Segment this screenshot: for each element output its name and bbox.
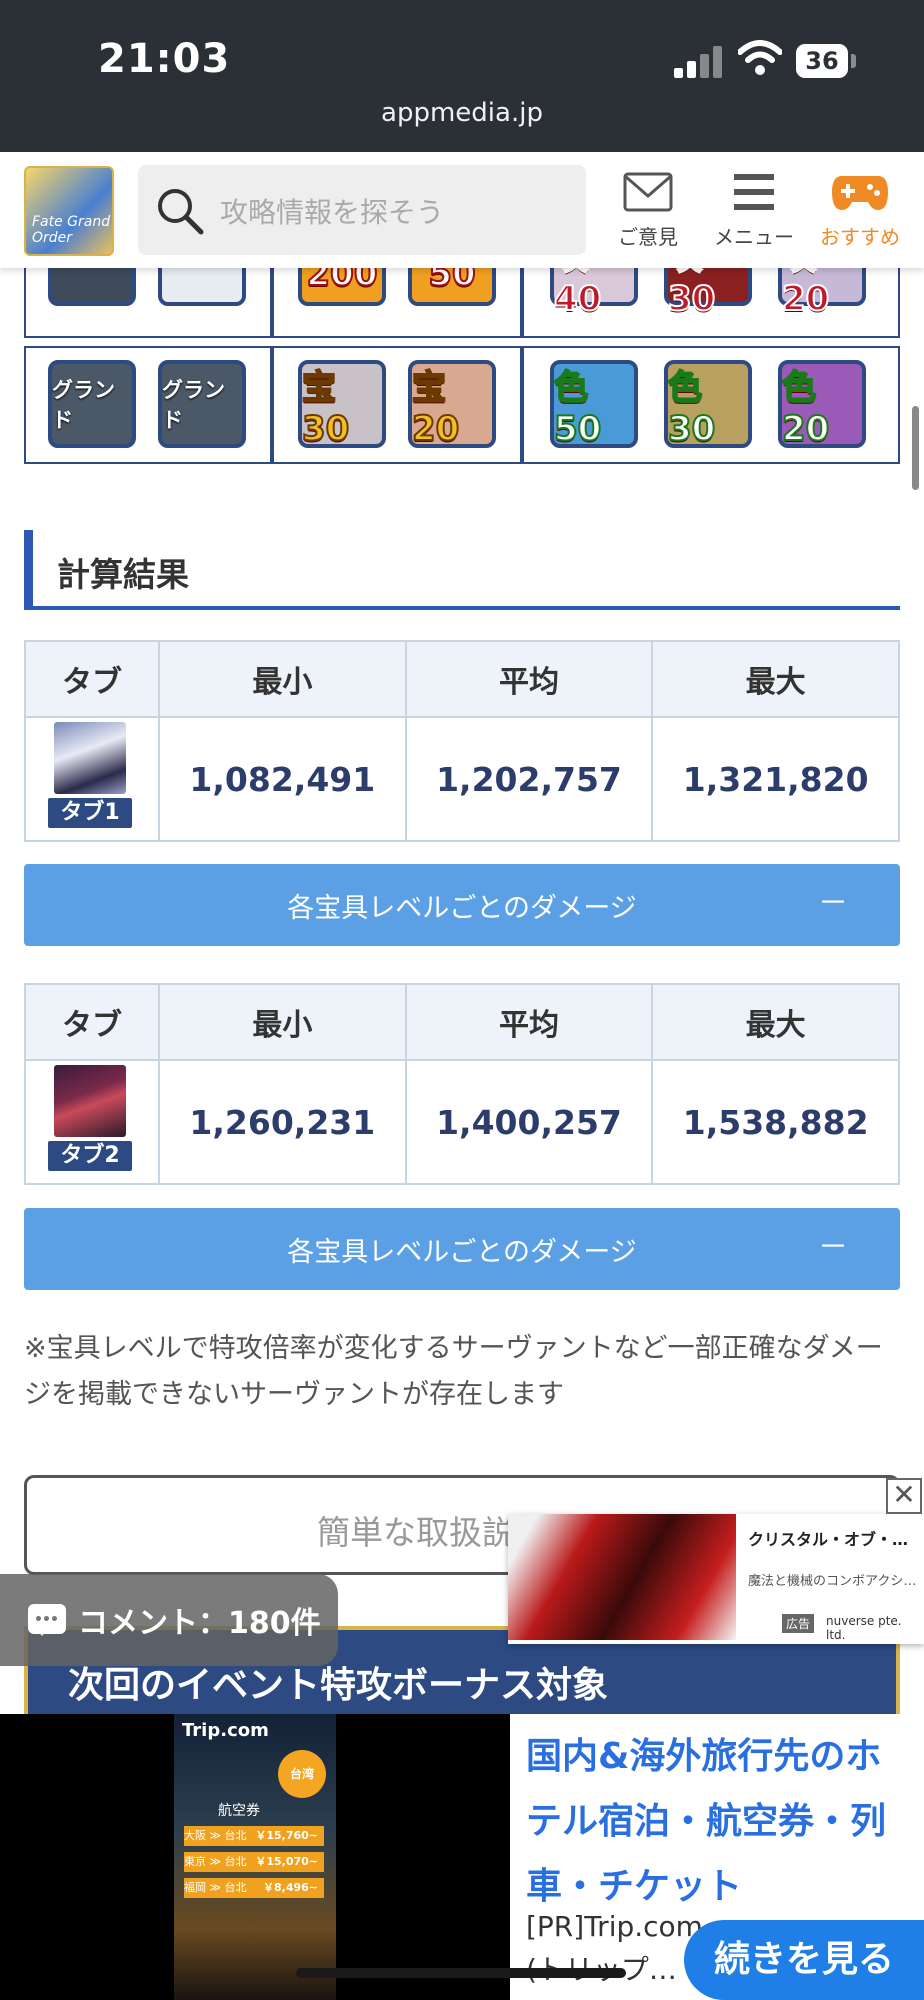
section-heading: 計算結果 (24, 530, 900, 610)
ad-headline: 国内&海外旅行先のホテル宿泊・航空券・列車・チケット (526, 1736, 887, 1907)
menu-label: メニュー (714, 225, 794, 249)
min-value: 1,082,491 (158, 716, 407, 842)
buff-icon-grid: 200 50 攻40 攻30 攻20 グランド グランド 宝30 宝20 色50… (24, 237, 900, 465)
battery-tip (851, 54, 856, 68)
col-header-tab: タブ (24, 983, 160, 1061)
site-logo[interactable]: Fate Grand Order (24, 166, 114, 256)
ad-title: クリスタル・オブ・… (748, 1530, 909, 1549)
trip-ad-card: Trip.com 台湾 航空券 大阪 ≫ 台北 ￥15,760~ 東京 ≫ 台北 ￥… (174, 1714, 336, 2000)
trip-sub: 航空券 (218, 1803, 260, 1819)
servant-avatar (54, 1065, 126, 1137)
opinion-label: ご意見 (618, 225, 678, 249)
close-icon[interactable]: ✕ (886, 1478, 922, 1514)
servant-avatar (54, 722, 126, 794)
home-indicator (296, 1968, 626, 1978)
url-bar[interactable]: appmedia.jp (0, 98, 924, 128)
tab-label: タブ2 (48, 1141, 132, 1171)
status-time: 21:03 (98, 36, 231, 82)
fare-route: 東京 ≫ 台北 (184, 1855, 247, 1868)
buff-tile[interactable]: 色20 (778, 360, 866, 450)
continue-reading-button[interactable]: 続きを見る (684, 1920, 924, 2000)
fare-route: 大阪 ≫ 台北 (184, 1829, 247, 1842)
avg-value: 1,400,257 (404, 1059, 654, 1185)
status-bar: 21:03 36 appmedia.jp (0, 0, 924, 152)
col-header-max: 最大 (651, 983, 900, 1061)
tab-cell: タブ2 (24, 1059, 160, 1185)
taiwan-badge: 台湾 (278, 1750, 326, 1798)
collapse-icon: － (818, 1230, 848, 1265)
buff-tile[interactable]: グランド (48, 360, 136, 448)
comment-count: コメント：180件 (78, 1606, 321, 1641)
ad-sponsor: [PR]Trip.com (526, 1910, 703, 1943)
damage-accordion[interactable]: 各宝具レベルごとのダメージ － (24, 1208, 900, 1290)
search-box[interactable]: 攻略情報を探そう (138, 165, 586, 255)
recommend-button[interactable]: おすすめ (810, 172, 910, 250)
battery-icon: 36 (796, 44, 848, 78)
menu-button[interactable]: メニュー (704, 172, 804, 250)
wifi-icon (738, 40, 782, 75)
logo-text: Fate Grand Order (32, 214, 111, 246)
col-header-max: 最大 (651, 640, 900, 718)
tab-label: タブ1 (48, 798, 132, 828)
section-title-text: 計算結果 (57, 555, 189, 594)
site-header: Fate Grand Order 攻略情報を探そう ご意見 メニュー おすすめ (0, 152, 924, 268)
mail-icon (623, 172, 673, 212)
fare-row: 大阪 ≫ 台北 ￥15,760~ (184, 1826, 324, 1846)
buff-tile[interactable]: 色30 (664, 360, 752, 450)
damage-accordion[interactable]: 各宝具レベルごとのダメージ － (24, 864, 900, 946)
ad-tag: 広告 (782, 1614, 815, 1633)
fare-row: 東京 ≫ 台北 ￥15,070~ (184, 1852, 324, 1872)
avg-value: 1,202,757 (404, 716, 654, 842)
max-value: 1,538,882 (651, 1059, 900, 1185)
ad-description: 魔法と機械のコンボアクシ… (748, 1574, 917, 1589)
recommend-label: おすすめ (820, 225, 900, 249)
fare-route: 福岡 ≫ 台北 (184, 1881, 247, 1894)
gamepad-icon (832, 176, 888, 210)
result-table: タブ 最小 平均 最大 タブ2 1,260,231 1,400,257 1,53… (24, 983, 900, 1185)
fare-row: 福岡 ≫ 台北 ￥8,496~ (184, 1878, 324, 1898)
disclaimer-note: ※宝具レベルで特攻倍率が変化するサーヴァントなど一部正確なダメージを掲載できない… (24, 1333, 883, 1410)
col-header-avg: 平均 (404, 640, 654, 718)
col-header-min: 最小 (158, 983, 407, 1061)
result-table: タブ 最小 平均 最大 タブ1 1,082,491 1,202,757 1,32… (24, 640, 900, 842)
buff-tile[interactable]: グランド (158, 360, 246, 448)
max-value: 1,321,820 (651, 716, 900, 842)
buff-tile[interactable]: 宝30 (298, 360, 386, 450)
col-header-avg: 平均 (404, 983, 654, 1061)
table-row: タブ1 1,082,491 1,202,757 1,321,820 (24, 716, 900, 842)
buff-tile[interactable]: 色50 (550, 360, 638, 450)
search-placeholder: 攻略情報を探そう (220, 196, 445, 229)
ad-image (508, 1514, 736, 1640)
opinion-button[interactable]: ご意見 (598, 172, 698, 250)
fare-price: ￥15,760~ (255, 1829, 318, 1842)
collapse-icon: － (818, 886, 848, 921)
overlay-ad[interactable]: クリスタル・オブ・… 魔法と機械のコンボアクシ… 広告 nuverse pte.… (508, 1514, 924, 1644)
fare-price: ￥8,496~ (262, 1881, 318, 1894)
scroll-indicator (912, 406, 919, 490)
min-value: 1,260,231 (158, 1059, 407, 1185)
tab-cell: タブ1 (24, 716, 160, 842)
comment-button[interactable]: コメント：180件 (0, 1574, 338, 1666)
ad-image-panel: Trip.com 台湾 航空券 大阪 ≫ 台北 ￥15,760~ 東京 ≫ 台北 ￥… (0, 1714, 510, 2000)
search-icon (158, 189, 204, 235)
col-header-min: 最小 (158, 640, 407, 718)
buff-tile[interactable]: 宝20 (408, 360, 496, 450)
signal-icon (674, 44, 722, 78)
hamburger-icon (734, 174, 774, 210)
accordion-label: 各宝具レベルごとのダメージ (287, 1237, 637, 1268)
trip-logo: Trip.com (182, 1720, 269, 1741)
fare-price: ￥15,070~ (255, 1855, 318, 1868)
comment-icon (28, 1604, 66, 1636)
accordion-label: 各宝具レベルごとのダメージ (287, 893, 637, 924)
col-header-tab: タブ (24, 640, 160, 718)
table-row: タブ2 1,260,231 1,400,257 1,538,882 (24, 1059, 900, 1185)
ad-advertiser: nuverse pte. ltd. (826, 1614, 902, 1642)
